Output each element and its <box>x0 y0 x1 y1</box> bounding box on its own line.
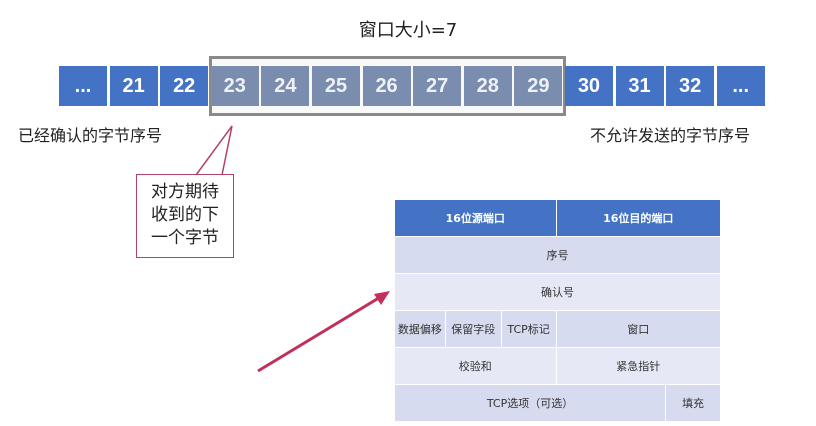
options-field: TCP选项（可选） <box>393 384 667 422</box>
window-field: 窗口 <box>555 310 722 348</box>
reserved-field: 保留字段 <box>444 310 502 348</box>
src-port-field: 16位源端口 <box>394 199 557 237</box>
urgent-pointer-field: 紧急指针 <box>555 347 722 385</box>
tcp-header-table: 16位源端口 16位目的端口 序号 确认号 数据偏移 保留字段 TCP标记 窗口… <box>393 199 722 422</box>
checksum-field: 校验和 <box>394 347 557 385</box>
pointer-arrow-line <box>257 294 383 373</box>
seq-field: 序号 <box>394 236 721 274</box>
tcp-flags-field: TCP标记 <box>500 310 557 348</box>
callout-pointer-line <box>195 125 233 176</box>
expected-next-byte-callout: 对方期待 收到的下 一个字节 <box>136 174 234 258</box>
callout-line: 一个字节 <box>151 228 219 248</box>
dst-port-field: 16位目的端口 <box>555 199 722 237</box>
padding-field: 填充 <box>665 384 721 422</box>
data-offset-field: 数据偏移 <box>394 310 446 348</box>
ack-field: 确认号 <box>394 273 721 311</box>
callout-line: 收到的下 <box>151 205 219 225</box>
callout-line: 对方期待 <box>151 182 219 202</box>
